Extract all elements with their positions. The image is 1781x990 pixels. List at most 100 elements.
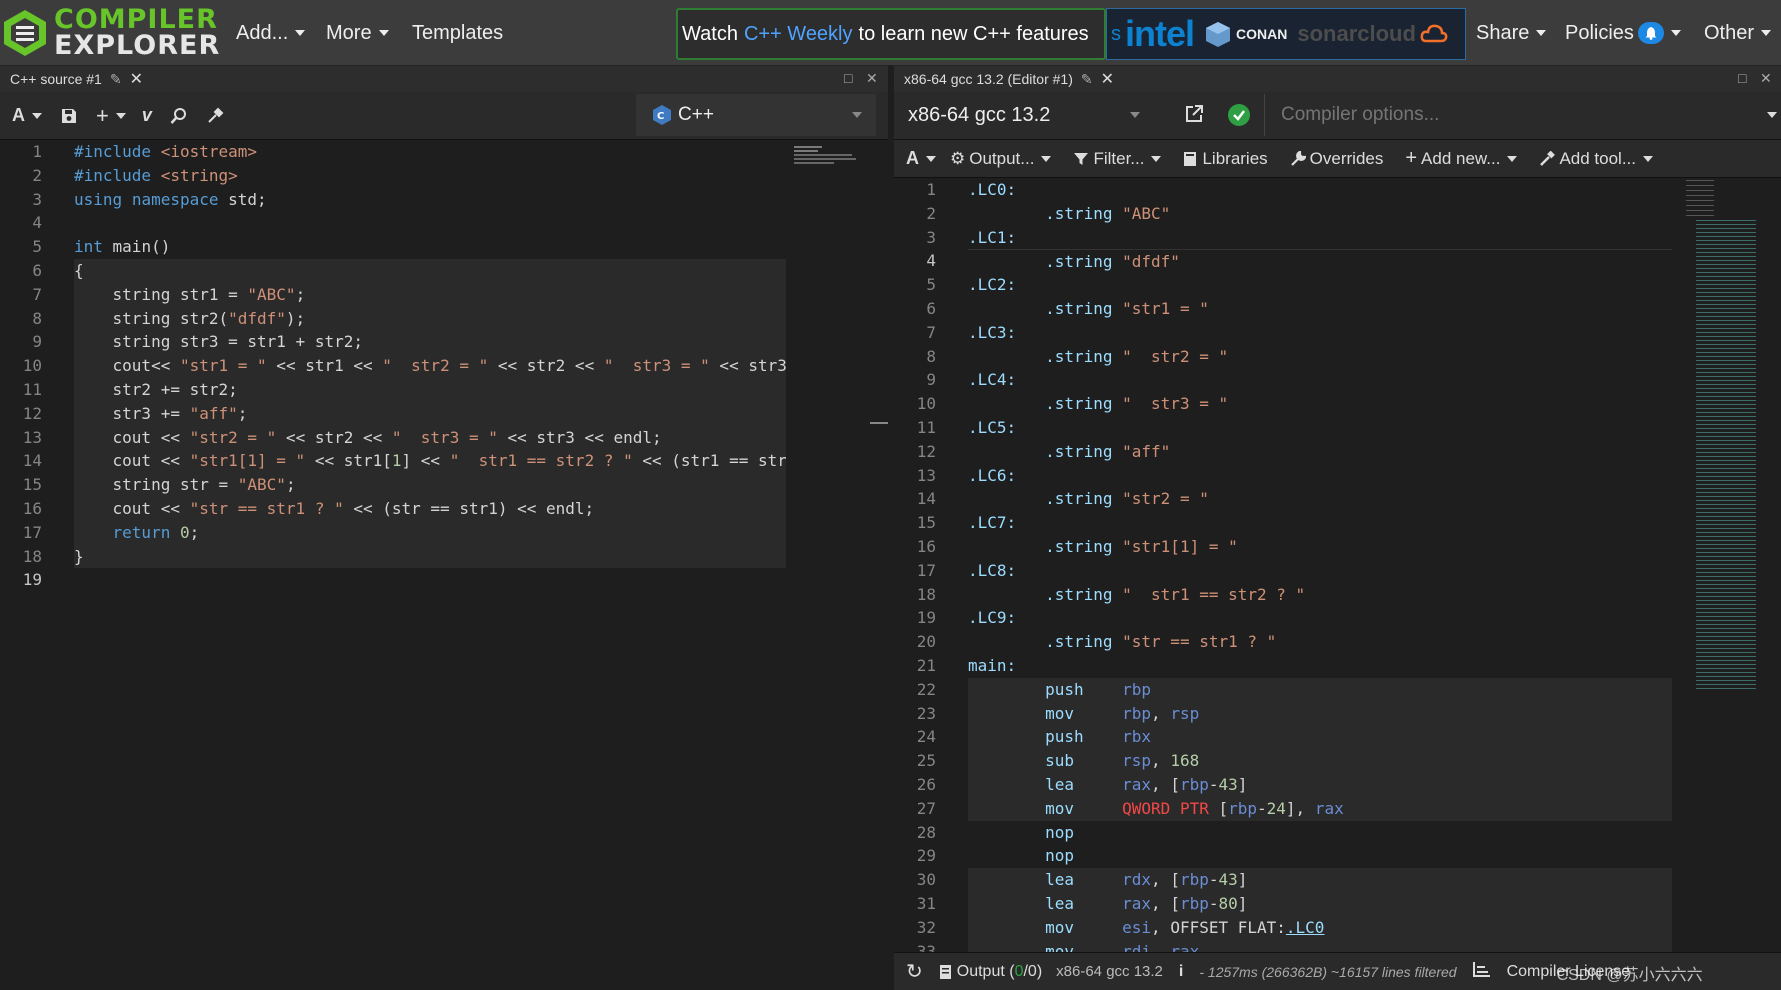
filter-menu[interactable]: Filter... (1073, 149, 1162, 169)
promo-link[interactable]: C++ Weekly (744, 23, 853, 46)
add-pane-icon[interactable]: + (96, 103, 126, 129)
add-tool-menu[interactable]: Add tool... (1539, 149, 1653, 169)
sponsor-banner[interactable]: s intel CONAN sonarcloud (1106, 8, 1466, 60)
source-line[interactable]: 1 #include <iostream> (0, 140, 786, 164)
source-line[interactable]: 5 int main() (0, 235, 786, 259)
close-pane-icon[interactable]: ✕ (866, 70, 878, 87)
source-line[interactable]: 2 #include <string> (0, 164, 786, 188)
assembly-line[interactable]: 25 sub rsp, 168 (894, 749, 1672, 773)
assembly-line[interactable]: 15 .LC7: (894, 511, 1672, 535)
source-line[interactable]: 9 string str3 = str1 + str2; (0, 330, 786, 355)
compiler-select[interactable]: x86-64 gcc 13.2 (894, 94, 1154, 136)
maximize-icon[interactable]: □ (1738, 70, 1746, 86)
templates-link[interactable]: Templates (412, 0, 503, 66)
libraries-button[interactable]: Libraries (1183, 149, 1268, 169)
assembly-line[interactable]: 22 push rbp (894, 677, 1672, 702)
tab-compiler[interactable]: x86-64 gcc 13.2 (Editor #1) (904, 71, 1073, 87)
assembly-line[interactable]: 18 .string " str1 == str2 ? " (894, 583, 1672, 607)
assembly-line[interactable]: 30 lea rdx, [rbp-43] (894, 868, 1672, 892)
options-dropdown-icon[interactable] (1767, 112, 1777, 118)
refresh-icon[interactable]: ↻ (906, 959, 923, 984)
assembly-line[interactable]: 2 .string "ABC" (894, 202, 1672, 226)
source-line[interactable]: 3 using namespace std; (0, 188, 786, 212)
source-line[interactable]: 14 cout << "str1[1] = " << str1[1] << " … (0, 449, 786, 474)
assembly-line[interactable]: 19 .LC9: (894, 606, 1672, 630)
source-line[interactable]: 4 (0, 211, 786, 235)
assembly-line[interactable]: 9 .LC4: (894, 368, 1672, 392)
source-line[interactable]: 18} (0, 544, 786, 569)
source-line[interactable]: 10 cout<< "str1 = " << str1 << " str2 = … (0, 354, 786, 378)
add-new-menu[interactable]: + Add new... (1405, 147, 1518, 170)
output-menu[interactable]: ⚙ Output... (950, 149, 1052, 169)
save-icon[interactable] (60, 107, 78, 125)
close-icon[interactable]: ✕ (130, 69, 143, 89)
source-line[interactable]: 13 cout << "str2 = " << str2 << " str3 =… (0, 425, 786, 450)
add-menu[interactable]: Add... (236, 0, 306, 66)
edit-pencil-icon[interactable]: ✎ (1081, 71, 1093, 88)
assembly-line[interactable]: 4 .string "dfdf" (894, 249, 1672, 273)
more-menu[interactable]: More (326, 0, 389, 66)
assembly-line[interactable]: 12 .string "aff" (894, 440, 1672, 464)
overrides-button[interactable]: Overrides (1290, 149, 1383, 169)
assembly-line[interactable]: 23 mov rbp, rsp (894, 701, 1672, 726)
other-menu[interactable]: Other (1704, 0, 1772, 66)
source-line[interactable]: 6{ (0, 258, 786, 283)
source-line[interactable]: 17 return 0; (0, 520, 786, 545)
assembly-minimap[interactable] (1684, 178, 1764, 718)
pane-splitter[interactable] (870, 422, 888, 424)
assembly-line[interactable]: 21 main: (894, 654, 1672, 678)
assembly-line[interactable]: 16 .string "str1[1] = " (894, 535, 1672, 559)
assembly-output-view[interactable]: 1 .LC0: 2 .string "ABC" 3 .LC1: 4 .string "df… (894, 178, 1672, 952)
assembly-line[interactable]: 20 .string "str == str1 ? " (894, 630, 1672, 654)
source-line[interactable]: 8 string str2("dfdf"); (0, 306, 786, 331)
assembly-line[interactable]: 33 mov rdi, rax (894, 939, 1672, 952)
source-line[interactable]: 12 str3 += "aff"; (0, 401, 786, 426)
assembly-line[interactable]: 32 mov esi, OFFSET FLAT:.LC0 (894, 915, 1672, 940)
source-line[interactable]: 11 str2 += str2; (0, 377, 786, 402)
assembly-line[interactable]: 27 mov QWORD PTR [rbp-24], rax (894, 796, 1672, 821)
assembly-line[interactable]: 24 push rbx (894, 725, 1672, 750)
tools-icon[interactable] (206, 107, 224, 125)
assembly-line[interactable]: 11 .LC5: (894, 416, 1672, 440)
search-zoom-icon[interactable] (170, 107, 188, 125)
output-toggle[interactable]: Output (0/0) (939, 963, 1042, 981)
close-icon[interactable]: ✕ (1101, 69, 1114, 89)
assembly-line[interactable]: 7 .LC3: (894, 321, 1672, 345)
assembly-line[interactable]: 10 .string " str3 = " (894, 392, 1672, 416)
popout-icon[interactable] (1184, 104, 1204, 129)
source-line[interactable]: 7 string str1 = "ABC"; (0, 282, 786, 307)
info-icon[interactable]: i (1179, 963, 1183, 981)
assembly-line[interactable]: 8 .string " str2 = " (894, 345, 1672, 369)
maximize-icon[interactable]: □ (844, 70, 852, 86)
assembly-line[interactable]: 6 .string "str1 = " (894, 297, 1672, 321)
close-pane-icon[interactable]: ✕ (1760, 70, 1772, 87)
share-menu[interactable]: Share (1476, 0, 1547, 66)
tab-source[interactable]: C++ source #1 (10, 71, 102, 87)
assembly-line[interactable]: 13 .LC6: (894, 464, 1672, 488)
source-line[interactable]: 16 cout << "str == str1 ? " << (str == s… (0, 496, 786, 521)
font-size-icon[interactable]: A (906, 148, 936, 169)
assembly-line[interactable]: 28 nop (894, 821, 1672, 845)
chart-icon[interactable] (1472, 961, 1491, 982)
compiler-explorer-logo[interactable]: COMPILER EXPLORER (2, 4, 220, 62)
font-size-icon[interactable]: A (12, 105, 42, 126)
assembly-line[interactable]: 29 nop (894, 844, 1672, 868)
source-minimap[interactable] (792, 140, 864, 180)
assembly-line[interactable]: 3 .LC1: (894, 226, 1672, 250)
vim-mode-icon[interactable]: v (142, 105, 152, 126)
assembly-line[interactable]: 17 .LC8: (894, 559, 1672, 583)
assembly-line[interactable]: 26 lea rax, [rbp-43] (894, 772, 1672, 797)
source-line[interactable]: 15 string str = "ABC"; (0, 473, 786, 497)
language-select[interactable]: C C++ (636, 94, 876, 136)
source-line[interactable]: 19 (0, 568, 786, 592)
assembly-line[interactable]: 5 .LC2: (894, 273, 1672, 297)
assembly-line[interactable]: 31 lea rax, [rbp-80] (894, 891, 1672, 916)
edit-pencil-icon[interactable]: ✎ (110, 71, 122, 88)
assembly-line[interactable]: 1 .LC0: (894, 178, 1672, 202)
cpp-weekly-promo[interactable]: Watch C++ Weekly to learn new C++ features (676, 8, 1106, 60)
policies-menu[interactable]: Policies (1565, 0, 1681, 66)
assembly-line[interactable]: 14 .string "str2 = " (894, 487, 1672, 511)
compiler-license-link[interactable]: Compiler License CSDN @苏小六六六 (1507, 963, 1703, 984)
compiler-options-input[interactable] (1264, 94, 1762, 136)
source-code-editor[interactable]: 1 #include <iostream> 2 #include <string> 3 u… (0, 140, 786, 990)
